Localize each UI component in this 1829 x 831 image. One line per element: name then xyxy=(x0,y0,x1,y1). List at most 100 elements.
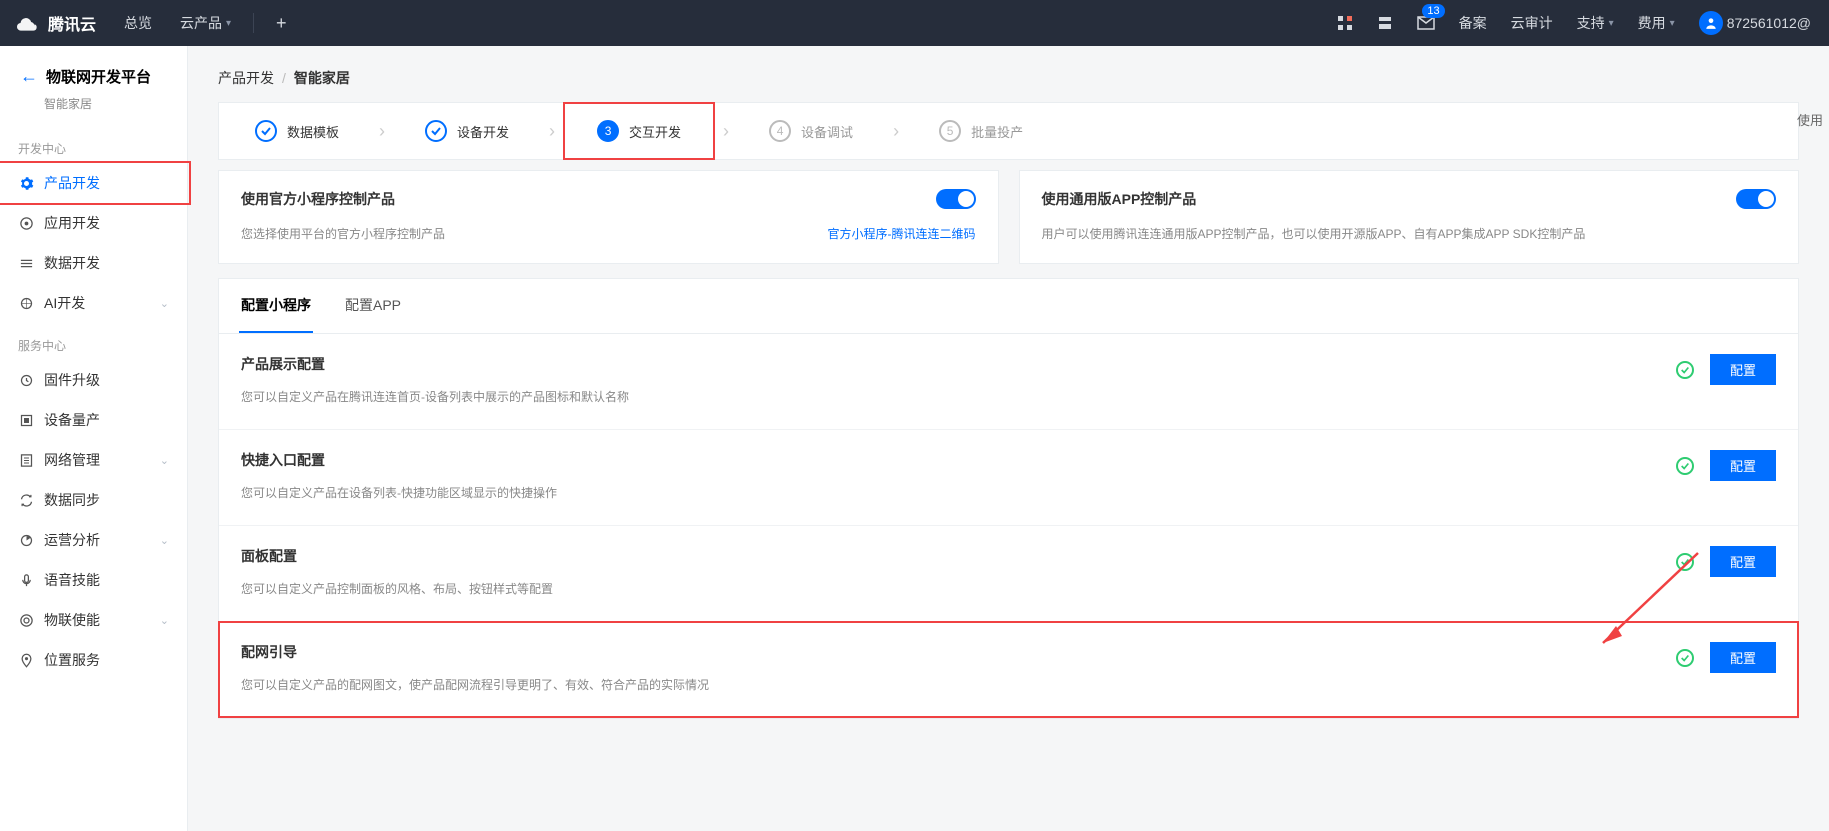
sidebar-item-label: 数据开发 xyxy=(44,253,100,273)
step-number: 5 xyxy=(939,120,961,142)
header-user[interactable]: 872561012@ xyxy=(1687,0,1823,46)
analytics-icon xyxy=(18,532,34,548)
header-apps-icon[interactable] xyxy=(1325,0,1365,46)
header-tool-icon[interactable] xyxy=(1365,0,1405,46)
sidebar-item-label: 运营分析 xyxy=(44,530,100,550)
section-title: 配网引导 xyxy=(241,642,709,662)
config-button[interactable]: 配置 xyxy=(1710,354,1776,385)
section-desc: 您可以自定义产品在设备列表-快捷功能区域显示的快捷操作 xyxy=(241,484,557,501)
breadcrumb-current: 智能家居 xyxy=(294,68,350,88)
step-4[interactable]: 4 设备调试 xyxy=(769,120,853,142)
app-icon xyxy=(18,215,34,231)
sidebar-item-label: 设备量产 xyxy=(44,410,100,430)
card-desc: 您选择使用平台的官方小程序控制产品 xyxy=(241,225,445,243)
voice-icon xyxy=(18,572,34,588)
step-1[interactable]: 数据模板 xyxy=(255,120,339,142)
section-title: 产品展示配置 xyxy=(241,354,629,374)
sidebar-item-label: 固件升级 xyxy=(44,370,100,390)
sidebar-item-data-sync[interactable]: 数据同步 xyxy=(0,480,187,520)
sidebar-item-iot-enable[interactable]: 物联使能 ⌄ xyxy=(0,600,187,640)
section-title: 快捷入口配置 xyxy=(241,450,557,470)
network-icon xyxy=(18,452,34,468)
breadcrumb-sep: / xyxy=(282,70,286,86)
check-icon xyxy=(255,120,277,142)
nav-products[interactable]: 云产品▾ xyxy=(166,0,245,46)
chevron-down-icon: ▾ xyxy=(1609,18,1614,29)
gear-icon xyxy=(18,175,34,191)
header-mail-icon[interactable]: 13 xyxy=(1405,0,1447,46)
check-circle-icon xyxy=(1676,649,1694,667)
section-panel-config: 面板配置 您可以自定义产品控制面板的风格、布局、按钮样式等配置 配置 xyxy=(219,526,1798,622)
brand-logo[interactable]: 腾讯云 xyxy=(14,10,96,36)
section-display-config: 产品展示配置 您可以自定义产品在腾讯连连首页-设备列表中展示的产品图标和默认名称… xyxy=(219,334,1798,430)
step-3[interactable]: 3 交互开发 xyxy=(597,120,681,142)
control-card-miniapp: 使用官方小程序控制产品 您选择使用平台的官方小程序控制产品 官方小程序-腾讯连连… xyxy=(218,170,999,264)
step-number: 4 xyxy=(769,120,791,142)
iot-icon xyxy=(18,612,34,628)
section-desc: 您可以自定义产品的配网图文，使产品配网流程引导更明了、有效、符合产品的实际情况 xyxy=(241,676,709,693)
step-number: 3 xyxy=(597,120,619,142)
chevron-down-icon: ⌄ xyxy=(160,454,169,467)
sidebar-group-dev: 开发中心 xyxy=(0,126,187,163)
sidebar-item-label: 语音技能 xyxy=(44,570,100,590)
qrcode-link[interactable]: 官方小程序-腾讯连连二维码 xyxy=(828,225,976,243)
config-button[interactable]: 配置 xyxy=(1710,642,1776,673)
sidebar-group-srv: 服务中心 xyxy=(0,323,187,360)
card-title: 使用官方小程序控制产品 xyxy=(241,189,395,209)
sidebar-item-mass-prod[interactable]: 设备量产 xyxy=(0,400,187,440)
avatar-icon xyxy=(1699,11,1723,35)
sidebar-item-location[interactable]: 位置服务 xyxy=(0,640,187,680)
brand-text: 腾讯云 xyxy=(48,11,96,35)
sidebar-item-app-dev[interactable]: 应用开发 xyxy=(0,203,187,243)
section-title: 面板配置 xyxy=(241,546,553,566)
sidebar-item-firmware[interactable]: 固件升级 xyxy=(0,360,187,400)
sidebar-item-label: 物联使能 xyxy=(44,610,100,630)
nav-overview[interactable]: 总览 xyxy=(110,0,166,46)
firmware-icon xyxy=(18,372,34,388)
sidebar-item-ai-dev[interactable]: AI开发 ⌄ xyxy=(0,283,187,323)
main-content: 使用 产品开发 / 智能家居 数据模板 › 设备开发 › xyxy=(188,46,1829,831)
tab-config-app[interactable]: 配置APP xyxy=(343,279,403,333)
sidebar-item-label: 数据同步 xyxy=(44,490,100,510)
header-fee[interactable]: 费用▾ xyxy=(1626,0,1687,46)
sidebar: ← 物联网开发平台 智能家居 开发中心 产品开发 应用开发 数据开发 AI开发 … xyxy=(0,46,188,831)
sidebar-item-voice[interactable]: 语音技能 xyxy=(0,560,187,600)
sidebar-item-analytics[interactable]: 运营分析 ⌄ xyxy=(0,520,187,560)
sidebar-item-network[interactable]: 网络管理 ⌄ xyxy=(0,440,187,480)
mail-badge: 13 xyxy=(1422,4,1444,18)
sidebar-item-data-dev[interactable]: 数据开发 xyxy=(0,243,187,283)
top-header: 腾讯云 总览 云产品▾ + 13 备案 云审计 支持▾ 费用▾ 87256101… xyxy=(0,0,1829,46)
tab-config-miniapp[interactable]: 配置小程序 xyxy=(239,279,313,333)
header-support[interactable]: 支持▾ xyxy=(1565,0,1626,46)
step-arrow-icon: › xyxy=(853,121,939,142)
sidebar-item-label: AI开发 xyxy=(44,293,85,313)
card-title: 使用通用版APP控制产品 xyxy=(1042,189,1197,209)
sidebar-item-label: 网络管理 xyxy=(44,450,100,470)
sidebar-item-product-dev[interactable]: 产品开发 xyxy=(0,163,187,203)
sidebar-back[interactable]: ← 物联网开发平台 xyxy=(0,60,187,91)
config-button[interactable]: 配置 xyxy=(1710,546,1776,577)
use-label: 使用 xyxy=(1797,110,1823,129)
steps-bar: 数据模板 › 设备开发 › 3 交互开发 › 4 设备调试 xyxy=(218,102,1799,160)
breadcrumb-root[interactable]: 产品开发 xyxy=(218,68,274,88)
header-audit[interactable]: 云审计 xyxy=(1499,0,1565,46)
location-icon xyxy=(18,652,34,668)
sidebar-title: 物联网开发平台 xyxy=(46,66,151,87)
chevron-down-icon: ⌄ xyxy=(160,614,169,627)
header-beian[interactable]: 备案 xyxy=(1447,0,1499,46)
sync-icon xyxy=(18,492,34,508)
toggle-miniapp[interactable] xyxy=(936,189,976,209)
check-circle-icon xyxy=(1676,553,1694,571)
toggle-app[interactable] xyxy=(1736,189,1776,209)
step-5[interactable]: 5 批量投产 xyxy=(939,120,1023,142)
control-card-app: 使用通用版APP控制产品 用户可以使用腾讯连连通用版APP控制产品，也可以使用开… xyxy=(1019,170,1800,264)
step-2[interactable]: 设备开发 xyxy=(425,120,509,142)
add-tab-button[interactable]: + xyxy=(262,13,301,34)
config-button[interactable]: 配置 xyxy=(1710,450,1776,481)
data-icon xyxy=(18,255,34,271)
arrow-left-icon: ← xyxy=(20,66,38,87)
check-circle-icon xyxy=(1676,457,1694,475)
header-divider xyxy=(253,13,254,33)
chevron-down-icon: ⌄ xyxy=(160,297,169,310)
sidebar-item-label: 产品开发 xyxy=(44,173,100,193)
